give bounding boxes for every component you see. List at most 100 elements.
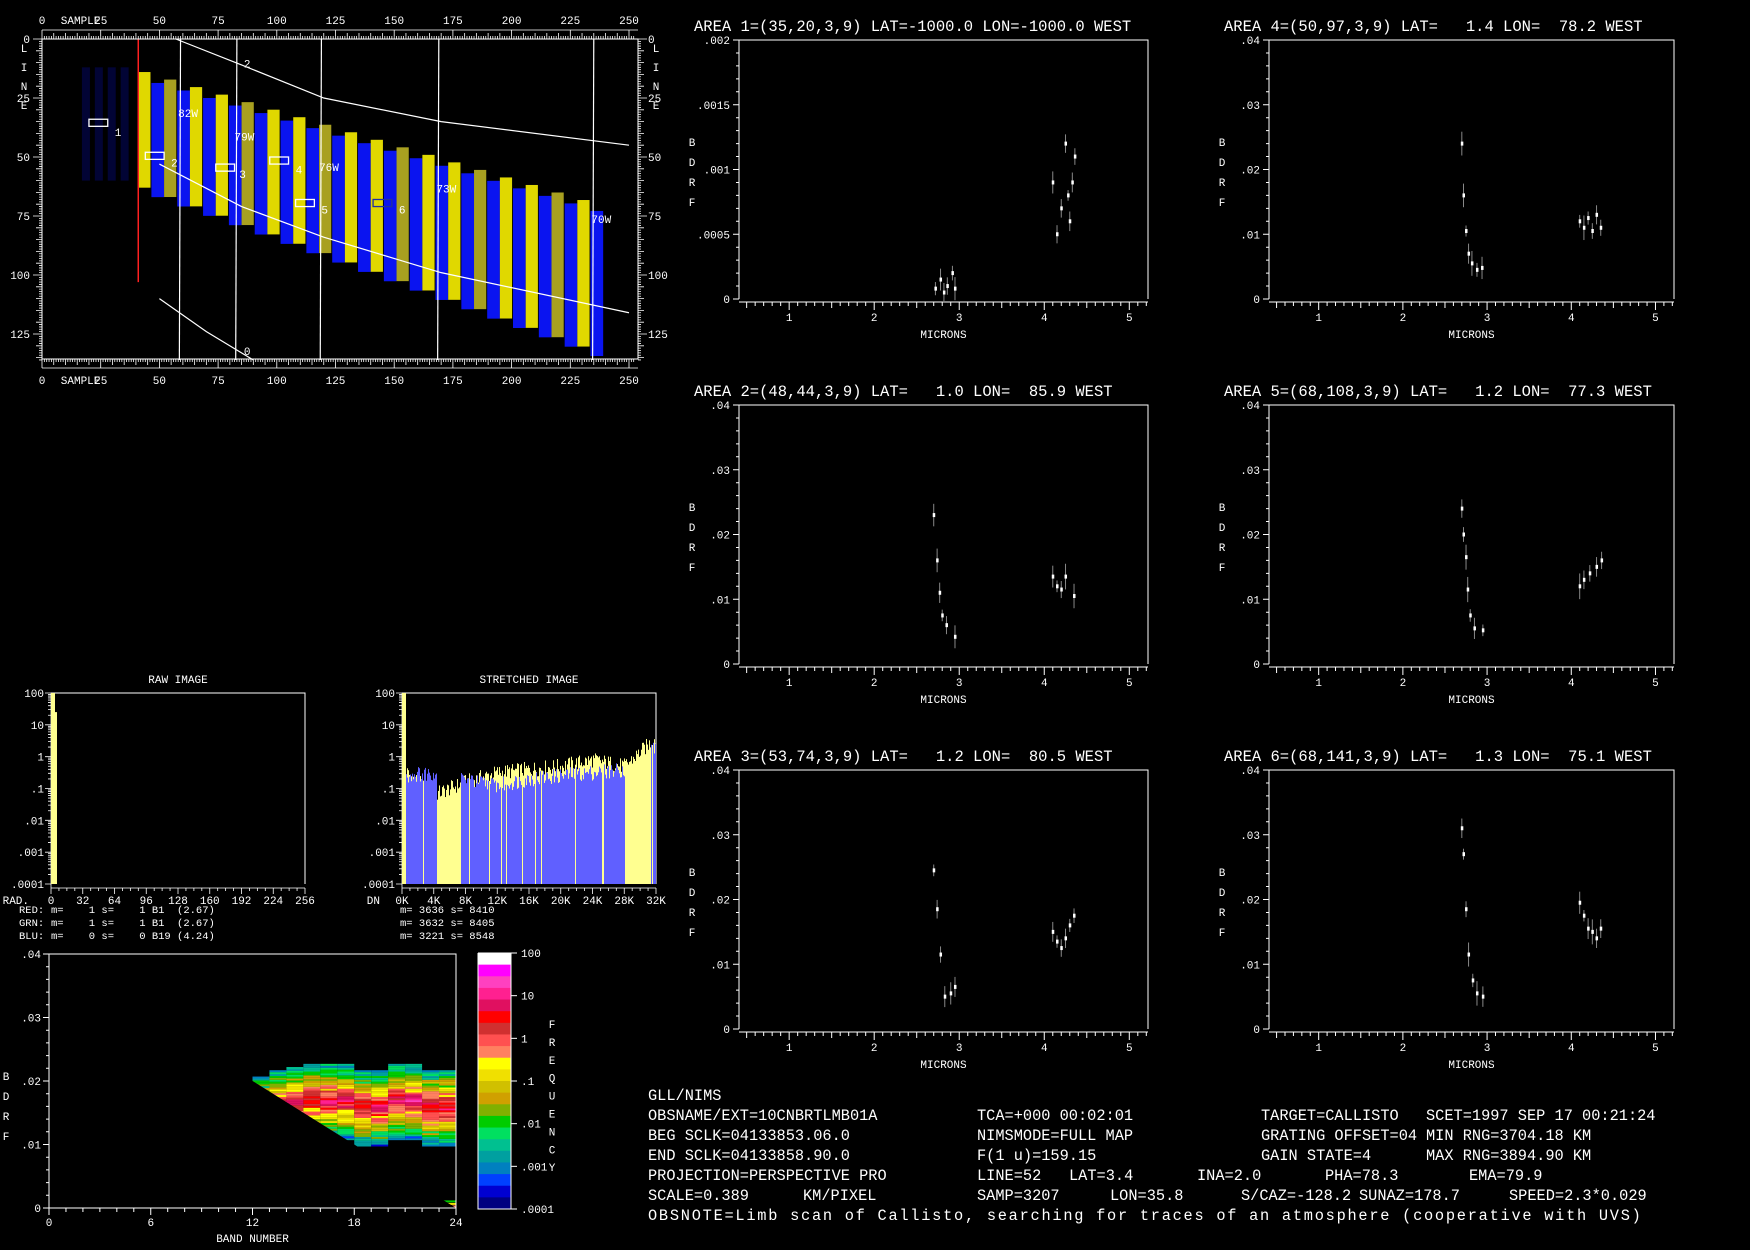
- colorbar-axis-letter: E: [549, 1110, 556, 1122]
- line-tick-label: 50: [17, 153, 30, 165]
- density-cell: [337, 1082, 355, 1085]
- faint-stripe: [120, 67, 129, 181]
- density-cell: [388, 1109, 406, 1112]
- colorbar-axis-letter: N: [549, 1127, 556, 1139]
- sample-tick-label: 0: [39, 16, 46, 28]
- sample-tick-label: 225: [560, 376, 580, 388]
- yellow-bar: [448, 785, 449, 884]
- yellow-bar: [447, 784, 448, 884]
- density-cell: [422, 1075, 440, 1078]
- data-point: [1056, 939, 1059, 944]
- blue-bar: [536, 772, 537, 884]
- blue-bar: [433, 772, 434, 884]
- x-tick-label: 1: [1315, 313, 1322, 325]
- density-cell: [354, 1114, 372, 1117]
- x-tick-label: 2: [871, 313, 878, 325]
- y-tick-label: 1: [388, 753, 395, 765]
- blue-bar: [520, 781, 521, 884]
- density-cell: [422, 1074, 440, 1077]
- density-cell: [371, 1115, 389, 1118]
- density-cell: [422, 1108, 440, 1111]
- y-tick-label: .01: [24, 816, 44, 828]
- density-cell: [371, 1119, 389, 1122]
- density-cell: [354, 1123, 372, 1126]
- blue-bar: [577, 774, 578, 884]
- density-cell: [405, 1063, 423, 1066]
- data-point: [1462, 193, 1466, 198]
- density-cell: [286, 1076, 304, 1079]
- density-cell: [320, 1063, 338, 1066]
- data-point: [1067, 193, 1070, 198]
- blue-bar: [464, 777, 465, 884]
- blue-bar: [420, 781, 421, 884]
- density-cell: [320, 1092, 338, 1095]
- spectrum-title: AREA 5=(68,108,3,9) LAT= 1.2 LON= 77.3 W…: [1224, 383, 1652, 401]
- colorbar-swatch: [478, 1104, 511, 1117]
- density-cell: [405, 1096, 423, 1099]
- y-tick-label: .04: [1240, 401, 1260, 413]
- colorbar-swatch: [478, 976, 511, 989]
- density-cell: [320, 1088, 338, 1091]
- density-cell: [405, 1077, 423, 1080]
- data-point: [942, 290, 946, 295]
- y-axis-letter: D: [1219, 158, 1226, 170]
- density-cell: [371, 1100, 389, 1103]
- blue-bar: [551, 783, 552, 884]
- density-cell: [354, 1136, 372, 1139]
- density-cell: [405, 1111, 423, 1114]
- spectrum-title: AREA 3=(53,74,3,9) LAT= 1.2 LON= 80.5 WE…: [694, 748, 1113, 766]
- data-point: [949, 991, 953, 996]
- density-cell: [320, 1122, 338, 1125]
- parallel-label: 0: [244, 347, 251, 359]
- density-cell: [320, 1090, 338, 1093]
- x-tick-label: 12: [246, 1218, 259, 1230]
- density-cell: [337, 1067, 355, 1070]
- blue-bar: [589, 769, 590, 884]
- yellow-bar: [446, 789, 447, 884]
- density-cell: [371, 1077, 389, 1080]
- yellow-bar: [522, 773, 523, 884]
- blue-bar: [557, 777, 558, 884]
- meridian-label: 70W: [591, 215, 611, 227]
- density-cell: [337, 1130, 355, 1133]
- blue-bar: [471, 775, 472, 884]
- data-point: [1473, 626, 1476, 631]
- data-point: [1471, 978, 1475, 983]
- density-cell: [320, 1109, 338, 1112]
- density-cell: [286, 1084, 304, 1087]
- density-cell: [286, 1086, 304, 1089]
- blue-bar: [561, 773, 562, 884]
- yellow-bar: [575, 764, 576, 884]
- density-cell: [371, 1072, 389, 1075]
- density-cell: [354, 1077, 372, 1080]
- data-point: [1591, 929, 1594, 934]
- density-cell: [337, 1113, 355, 1116]
- pha: PHA=78.3: [1325, 1167, 1398, 1185]
- density-cell: [422, 1123, 440, 1126]
- density-cell: [371, 1079, 389, 1082]
- density-cell: [337, 1100, 355, 1103]
- density-cell: [422, 1121, 440, 1124]
- blue-bar: [498, 783, 499, 884]
- density-cell: [422, 1125, 440, 1128]
- density-cell: [337, 1086, 355, 1089]
- density-cell: [388, 1124, 406, 1127]
- blue-bar: [431, 779, 432, 884]
- blue-bar: [504, 790, 505, 884]
- density-cell: [371, 1125, 389, 1128]
- blue-bar: [496, 792, 497, 884]
- yellow-bar: [631, 756, 632, 884]
- density-cell: [354, 1072, 372, 1075]
- x-tick-label: 5: [1126, 313, 1133, 325]
- density-cell: [439, 1110, 456, 1113]
- data-point: [1587, 216, 1590, 221]
- yellow-stripe: [189, 87, 203, 207]
- blue-bar: [421, 778, 422, 884]
- blue-bar: [537, 780, 538, 884]
- yellow-bar: [647, 744, 648, 884]
- y-tick-label: 100: [24, 689, 44, 701]
- y-tick-label: .1: [382, 785, 396, 797]
- blue-bar: [594, 771, 595, 884]
- density-cell: [388, 1130, 406, 1133]
- blue-bar: [582, 775, 583, 884]
